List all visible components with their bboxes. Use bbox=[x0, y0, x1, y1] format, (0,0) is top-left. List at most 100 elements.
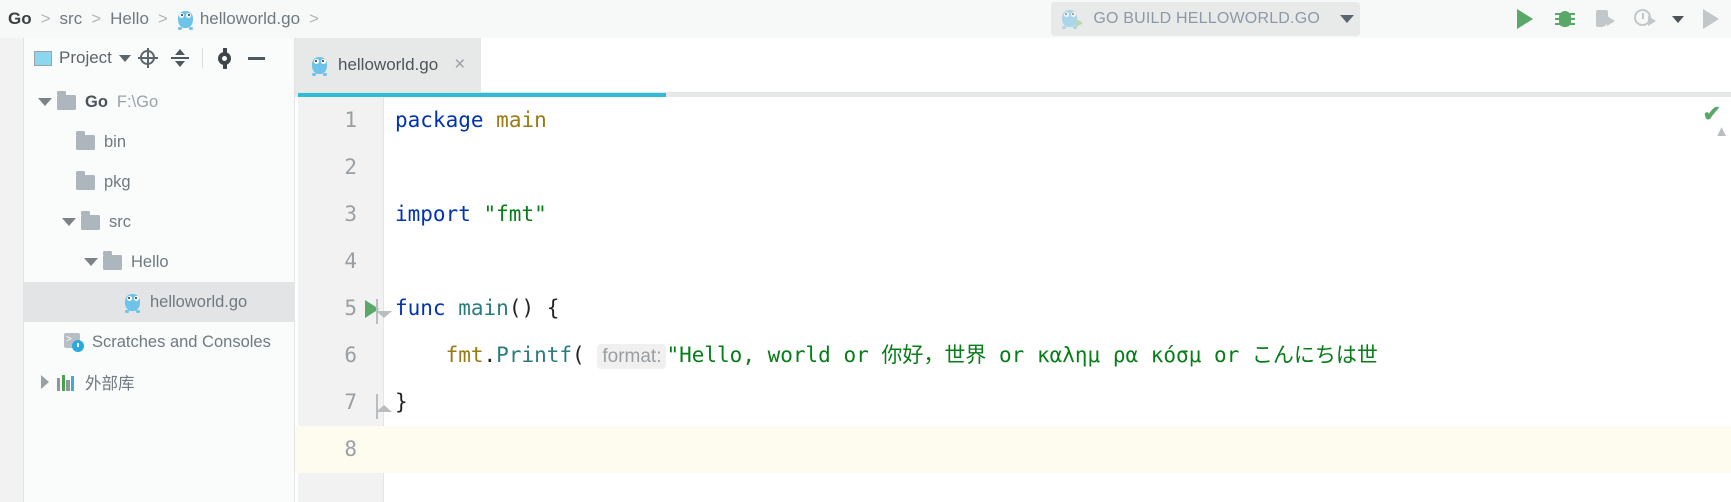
tree-item-external-libraries[interactable]: 外部库 bbox=[24, 362, 294, 402]
code-text[interactable]: } bbox=[395, 379, 408, 426]
toolbar-divider bbox=[201, 48, 203, 68]
target-icon bbox=[137, 48, 158, 68]
breadcrumb: Go > src > Hello > helloworld.go > bbox=[0, 0, 326, 38]
settings-button[interactable] bbox=[210, 43, 240, 73]
tree-item-label: Scratches and Consoles bbox=[92, 332, 271, 351]
tree-item-label: bin bbox=[104, 132, 127, 151]
code-line-4: 4 bbox=[295, 238, 1731, 285]
code-line-3: 3 import "fmt" bbox=[295, 191, 1731, 238]
tree-item-helloworld-go[interactable]: helloworld.go bbox=[24, 282, 294, 322]
run-configuration-label: GO BUILD HELLOWORLD.GO bbox=[1093, 10, 1320, 27]
chevron-down-icon[interactable] bbox=[1340, 15, 1354, 23]
project-tool-window: Project Go F:\Go bin pkg src Hello hello… bbox=[24, 38, 295, 502]
line-number: 8 bbox=[344, 437, 357, 461]
line-number: 6 bbox=[344, 343, 357, 367]
chevron-down-icon[interactable] bbox=[38, 95, 52, 109]
code-text[interactable]: package main bbox=[395, 97, 547, 144]
play-icon bbox=[1517, 9, 1533, 29]
line-number: 1 bbox=[344, 108, 357, 132]
folder-icon bbox=[76, 131, 95, 150]
folder-icon bbox=[81, 211, 100, 230]
line-number: 4 bbox=[344, 249, 357, 273]
gopher-icon bbox=[124, 293, 141, 313]
tree-item-label: src bbox=[109, 212, 131, 231]
tree-item-scratches-and-consoles[interactable]: > Scratches and Consoles bbox=[24, 322, 294, 362]
code-line-7: 7 } bbox=[295, 379, 1731, 426]
line-number: 7 bbox=[344, 390, 357, 414]
run-toolbar-buttons bbox=[1505, 0, 1731, 38]
code-text[interactable]: func main() { bbox=[395, 285, 559, 332]
line-number: 5 bbox=[344, 296, 357, 320]
code-text[interactable]: import "fmt" bbox=[395, 191, 547, 238]
code-line-1: 1 package main bbox=[295, 97, 1731, 144]
chevron-right-icon[interactable] bbox=[38, 375, 52, 389]
tree-item-label: Hello bbox=[131, 252, 169, 271]
code-editor[interactable]: ✔ ▲ 1 package main 2 3 import "fmt" 4 5 … bbox=[295, 93, 1731, 502]
chevron-down-icon[interactable] bbox=[62, 215, 76, 229]
breadcrumb-separator: > bbox=[309, 9, 319, 28]
project-panel-header: Project bbox=[24, 38, 294, 78]
fold-end-icon[interactable] bbox=[376, 394, 392, 419]
breadcrumb-separator: > bbox=[40, 9, 51, 28]
project-icon bbox=[34, 50, 52, 66]
run-anything-button[interactable] bbox=[1691, 0, 1731, 38]
coverage-shield-icon bbox=[1595, 9, 1615, 29]
breadcrumb-label: src bbox=[59, 9, 83, 28]
debug-button[interactable] bbox=[1545, 0, 1585, 38]
scratches-icon: > bbox=[64, 333, 84, 352]
code-line-8: 8 bbox=[295, 426, 1731, 473]
code-line-6: 6 fmt.Printf( format: "Hello, world or 你好… bbox=[295, 332, 1731, 379]
collapse-all-button[interactable] bbox=[165, 43, 195, 73]
breadcrumb-item-go[interactable]: Go bbox=[6, 9, 34, 29]
profiler-dropdown[interactable] bbox=[1665, 0, 1691, 38]
tree-item-bin[interactable]: bin bbox=[24, 122, 294, 162]
editor-area: helloworld.go × ✔ ▲ 1 package main 2 3 i… bbox=[295, 38, 1731, 502]
run-button[interactable] bbox=[1505, 0, 1545, 38]
code-text[interactable]: fmt.Printf( format: "Hello, world or 你好，世… bbox=[395, 332, 1378, 380]
close-icon[interactable]: × bbox=[454, 54, 465, 76]
tree-item-path: F:\Go bbox=[116, 92, 159, 111]
code-line-5: 5 func main() { bbox=[295, 285, 1731, 332]
tree-item-hello[interactable]: Hello bbox=[24, 242, 294, 282]
page-title: Project bbox=[59, 48, 112, 67]
left-tool-window-strip: Project Structure bbox=[0, 38, 24, 502]
breadcrumb-item-src[interactable]: src bbox=[58, 9, 85, 29]
top-toolbar: Go > src > Hello > helloworld.go > GO BU… bbox=[0, 0, 1731, 38]
profiler-clock-icon bbox=[1634, 9, 1656, 29]
chevron-down-icon bbox=[118, 54, 131, 62]
code-lines: 1 package main 2 3 import "fmt" 4 5 func… bbox=[295, 97, 1731, 502]
tree-item-label: pkg bbox=[104, 172, 131, 191]
folder-icon bbox=[57, 91, 76, 110]
tree-item-label: Go bbox=[85, 92, 108, 111]
editor-tab-label: helloworld.go bbox=[338, 55, 439, 74]
run-configuration-selector[interactable]: GO BUILD HELLOWORLD.GO bbox=[1051, 2, 1360, 36]
tree-item-src[interactable]: src bbox=[24, 202, 294, 242]
chevron-down-icon bbox=[1672, 15, 1684, 23]
collapse-all-icon bbox=[170, 49, 189, 67]
gopher-icon bbox=[177, 10, 194, 30]
parameter-hint: format: bbox=[597, 344, 667, 369]
line-number: 3 bbox=[344, 202, 357, 226]
select-opened-file-button[interactable] bbox=[133, 43, 163, 73]
editor-tab-helloworld-go[interactable]: helloworld.go × bbox=[295, 38, 482, 92]
play-outline-icon bbox=[1703, 9, 1719, 29]
tree-item-pkg[interactable]: pkg bbox=[24, 162, 294, 202]
breadcrumb-separator: > bbox=[91, 9, 102, 28]
tree-item-label: 外部库 bbox=[85, 375, 135, 393]
hide-button[interactable] bbox=[242, 43, 272, 73]
breadcrumb-item-helloworld[interactable]: helloworld.go bbox=[175, 9, 302, 30]
gopher-icon bbox=[311, 56, 328, 76]
minus-icon bbox=[248, 56, 266, 60]
go-build-icon bbox=[1061, 9, 1084, 29]
gear-icon bbox=[215, 47, 234, 69]
project-title-dropdown[interactable]: Project bbox=[34, 48, 131, 68]
line-number: 2 bbox=[344, 155, 357, 179]
profiler-button[interactable] bbox=[1625, 0, 1665, 38]
breadcrumb-item-hello[interactable]: Hello bbox=[108, 9, 151, 29]
fold-start-icon[interactable] bbox=[376, 299, 392, 324]
run-with-coverage-button[interactable] bbox=[1585, 0, 1625, 38]
tree-item-go[interactable]: Go F:\Go bbox=[24, 82, 294, 122]
folder-icon bbox=[76, 171, 95, 190]
chevron-down-icon[interactable] bbox=[84, 255, 98, 269]
breadcrumb-label: Hello bbox=[110, 9, 149, 28]
